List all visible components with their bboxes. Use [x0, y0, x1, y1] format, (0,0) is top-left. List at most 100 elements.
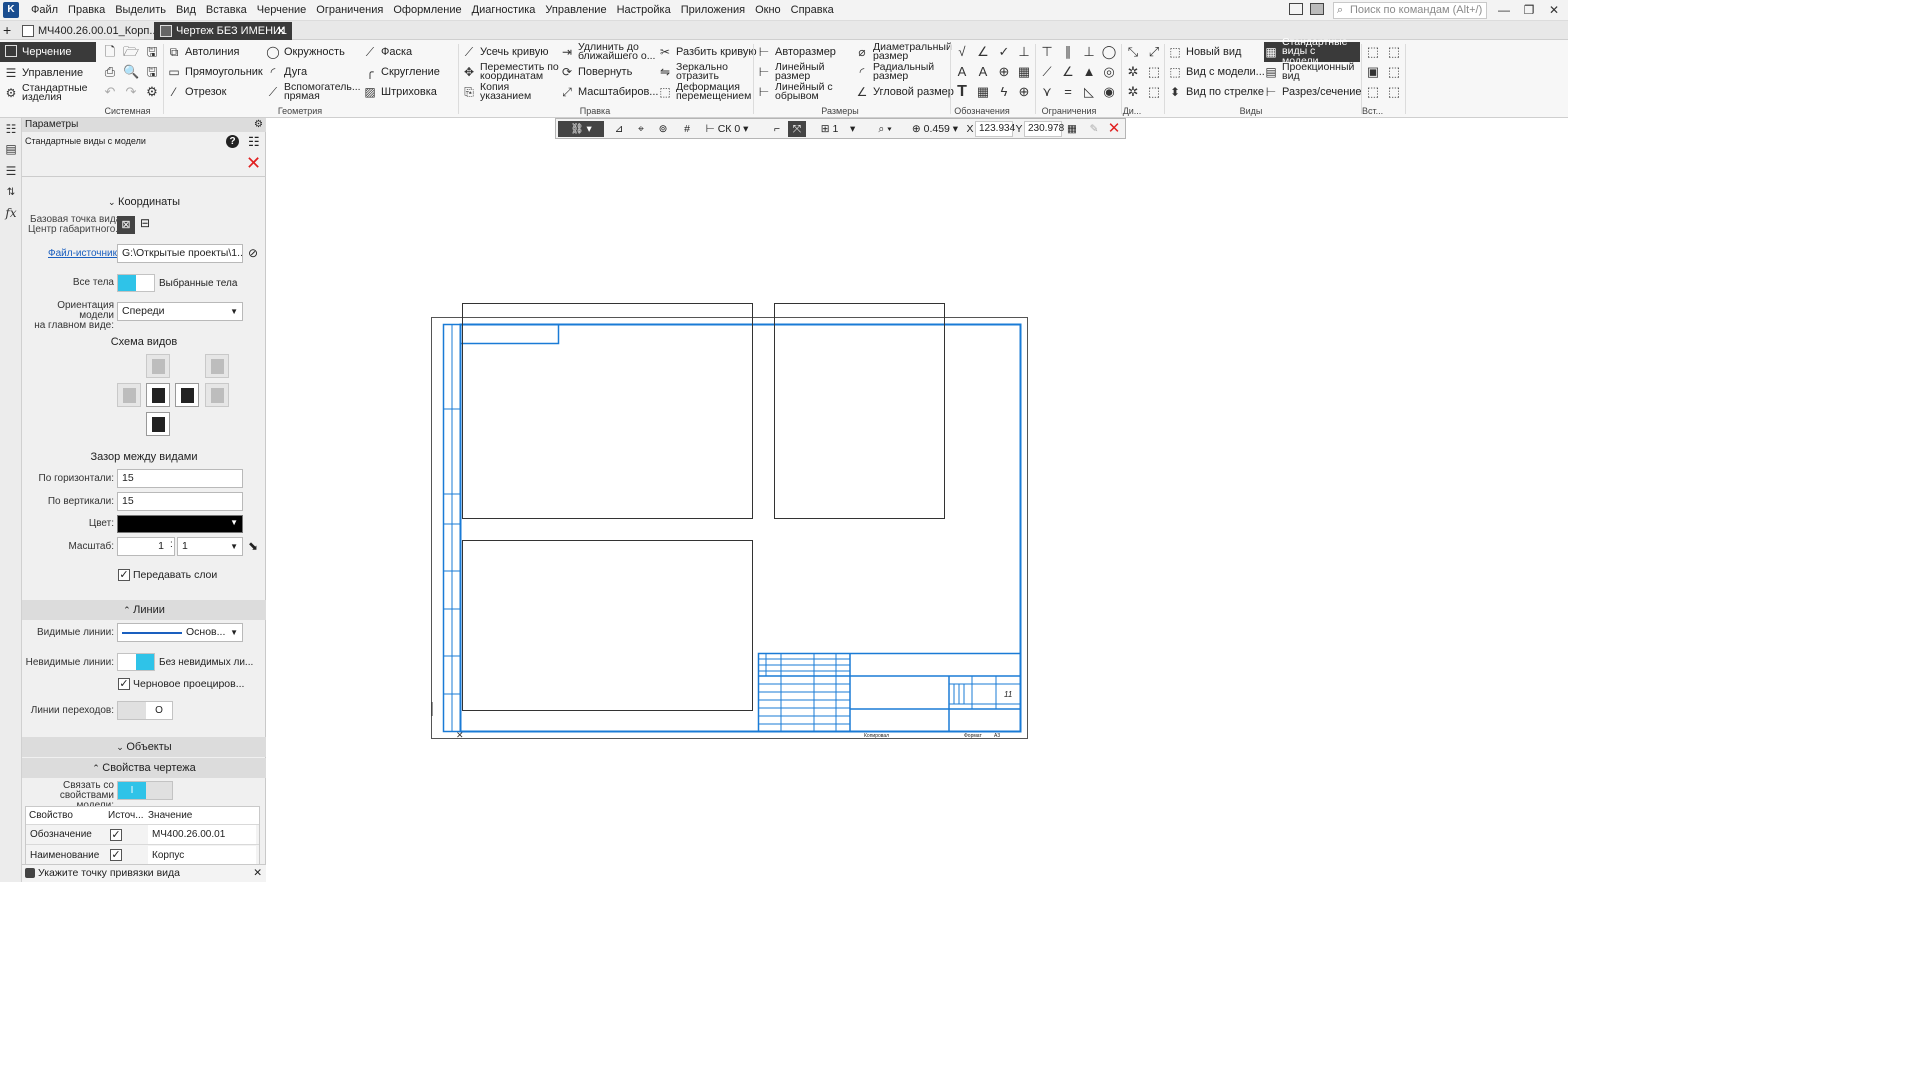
base-icon[interactable]: ⊕ [996, 64, 1012, 80]
angular-dim-button[interactable]: ∠ Угловой размер [855, 83, 954, 101]
check-mark-icon[interactable]: ✓ [996, 44, 1012, 60]
tangent-icon[interactable]: ◯ [1101, 44, 1117, 60]
insert-1-icon[interactable]: ⬚ [1365, 44, 1381, 60]
eye-hidden-icon[interactable]: ⊘ [248, 246, 258, 260]
roughness-icon[interactable]: √ [954, 44, 970, 60]
group-designations[interactable]: Обозначения [952, 106, 1012, 117]
ortho-icon[interactable]: ⌐ [768, 121, 786, 137]
close-window-button[interactable]: ✕ [1542, 2, 1566, 19]
rotate-button[interactable]: ⟳ Повернуть [560, 63, 632, 81]
save-icon[interactable]: 🖫 [144, 44, 160, 60]
diameter-dim-button[interactable]: ⌀ Диаметральный размер [855, 41, 951, 61]
snap-3-icon[interactable]: ⊚ [654, 121, 672, 137]
insert-image-icon[interactable]: ▣ [1365, 64, 1381, 80]
view-front-button[interactable] [146, 383, 170, 407]
text-tool-icon[interactable]: T [954, 84, 970, 100]
model-view-button[interactable]: ⬚ Вид с модели... [1168, 63, 1265, 81]
table-row[interactable]: Наименование ✓ Корпус [26, 845, 259, 865]
lines-section-header[interactable]: ⌃ Линии [22, 600, 266, 620]
menu-help[interactable]: Справка [786, 0, 839, 21]
layers-icon[interactable]: ☰ [3, 163, 19, 179]
concentric-icon[interactable]: ◎ [1101, 64, 1117, 80]
calc-icon[interactable]: ▦ [1064, 121, 1080, 137]
scale-denominator-select[interactable]: 1 [177, 537, 243, 556]
equal-icon[interactable]: = [1060, 84, 1076, 100]
view-iso-button[interactable] [205, 354, 229, 378]
view-bottom-button[interactable] [146, 412, 170, 436]
menu-constraints[interactable]: Ограничения [311, 0, 388, 21]
hatch-button[interactable]: ▨ Штриховка [363, 83, 437, 101]
parallel-icon[interactable]: ∥ [1060, 44, 1076, 60]
new-doc-icon[interactable]: 🗋 [102, 44, 118, 60]
source-file-field[interactable]: G:\Открытые проекты\1... [117, 244, 243, 263]
trim-curve-button[interactable]: ⟋ Усечь кривую [462, 43, 549, 61]
col-source[interactable]: Источ... [108, 810, 148, 821]
pass-layers-checkbox[interactable]: ✓ [118, 569, 130, 581]
source-file-link[interactable]: Файл-источник [48, 248, 117, 259]
tree-list-icon[interactable]: ☷ [248, 134, 260, 150]
group-constraints[interactable]: Ограничения [1037, 106, 1101, 117]
orientation-select[interactable]: Спереди [117, 302, 243, 321]
local-snap-icon[interactable]: ⤧ [788, 121, 806, 137]
fix-icon[interactable]: ▲ [1081, 64, 1097, 80]
draft-projection-checkbox[interactable]: ✓ [118, 678, 130, 690]
save-all-icon[interactable]: 🖫 [144, 64, 160, 80]
arrow-view-button[interactable]: ⬍ Вид по стрелке [1168, 83, 1264, 101]
radial-dim-button[interactable]: ◜ Радиальный размер [855, 61, 935, 81]
source-checkbox[interactable]: ✓ [110, 828, 122, 841]
auto-constraint-icon[interactable]: ◉ [1101, 84, 1117, 100]
angle-constraint-icon[interactable]: ∠ [1060, 64, 1076, 80]
drawing-props-section-header[interactable]: ⌃ Свойства чертежа [22, 758, 266, 778]
menu-manage[interactable]: Управление [540, 0, 611, 21]
scale-button[interactable]: ⤢ Масштабиров... [560, 83, 658, 101]
text-a-icon[interactable]: A [954, 64, 970, 80]
extend-button[interactable]: ⇥ Удлинить до ближайшего о... [560, 41, 660, 61]
insert-5-icon[interactable]: ⬚ [1386, 84, 1402, 100]
menu-design[interactable]: Оформление [388, 0, 466, 21]
grid-icon[interactable]: # [678, 121, 696, 137]
command-search-input[interactable]: ⌕ Поиск по командам (Alt+/) [1333, 2, 1487, 19]
lightning-icon[interactable]: ϟ [996, 84, 1012, 100]
panel-settings-gear-icon[interactable]: ⚙ [254, 118, 263, 132]
horizontal-gap-input[interactable]: 15 [117, 469, 243, 488]
mode-drafting[interactable]: Черчение [0, 42, 96, 62]
mirror-button[interactable]: ⇋ Зеркально отразить [658, 61, 746, 81]
snap-2-icon[interactable]: ⌖ [632, 121, 650, 137]
link-props-toggle[interactable]: I [117, 781, 173, 800]
move-coords-button[interactable]: ✥ Переместить по координатам [462, 61, 562, 81]
copy-button[interactable]: ⎘ Копия указанием [462, 81, 540, 101]
menu-drafting[interactable]: Черчение [252, 0, 312, 21]
insert-3-icon[interactable]: ⬚ [1386, 64, 1402, 80]
chamfer-button[interactable]: ⟋ Фаска [363, 43, 412, 61]
new-view-button[interactable]: ⬚ Новый вид [1168, 43, 1241, 61]
group-dims[interactable]: Размеры [755, 106, 925, 117]
cancel-x-icon[interactable]: ✕ [246, 154, 261, 172]
group-insert[interactable]: Вст... [1362, 106, 1383, 117]
projection-view-button[interactable]: ▤ Проекционный вид [1264, 61, 1358, 81]
autoline-button[interactable]: ⧉ Автолиния [167, 43, 240, 61]
view-right-button[interactable] [117, 383, 141, 407]
linear-dim-button[interactable]: ⊢ Линейный размер [757, 61, 835, 81]
pencil-icon[interactable]: ✎ [1086, 121, 1102, 137]
aux-line-button[interactable]: ⟋ Вспомогатель... прямая [266, 81, 366, 101]
undo-icon[interactable]: ↶ [102, 84, 118, 100]
group-system[interactable]: Системная [100, 106, 155, 117]
minimize-button[interactable]: — [1492, 2, 1516, 19]
tab-model[interactable]: МЧ400.26.00.01_Корп... [16, 22, 158, 40]
hidden-lines-toggle[interactable] [117, 653, 155, 671]
stop-x-icon[interactable]: ✕ [1106, 121, 1122, 137]
circle-button[interactable]: ◯ Окружность [266, 43, 345, 61]
transition-lines-toggle[interactable]: O [117, 701, 173, 720]
menu-window[interactable]: Окно [750, 0, 786, 21]
diag-2-icon[interactable]: ⤢ [1146, 44, 1162, 60]
tab-drawing[interactable]: Чертеж БЕЗ ИМЕНИ1 ✕ [154, 22, 292, 40]
restore-button[interactable]: ❐ [1517, 2, 1541, 19]
vertical-gap-input[interactable]: 15 [117, 492, 243, 511]
insert-2-icon[interactable]: ⬚ [1386, 44, 1402, 60]
group-geometry[interactable]: Геометрия [165, 106, 435, 117]
linear-break-dim-button[interactable]: ⊢ Линейный с обрывом [757, 81, 837, 101]
table-grid-icon[interactable]: ▦ [1016, 64, 1032, 80]
group-views[interactable]: Виды [1166, 106, 1336, 117]
view-top-button[interactable] [146, 354, 170, 378]
pick-point-icon[interactable]: ⊟ [140, 216, 150, 230]
